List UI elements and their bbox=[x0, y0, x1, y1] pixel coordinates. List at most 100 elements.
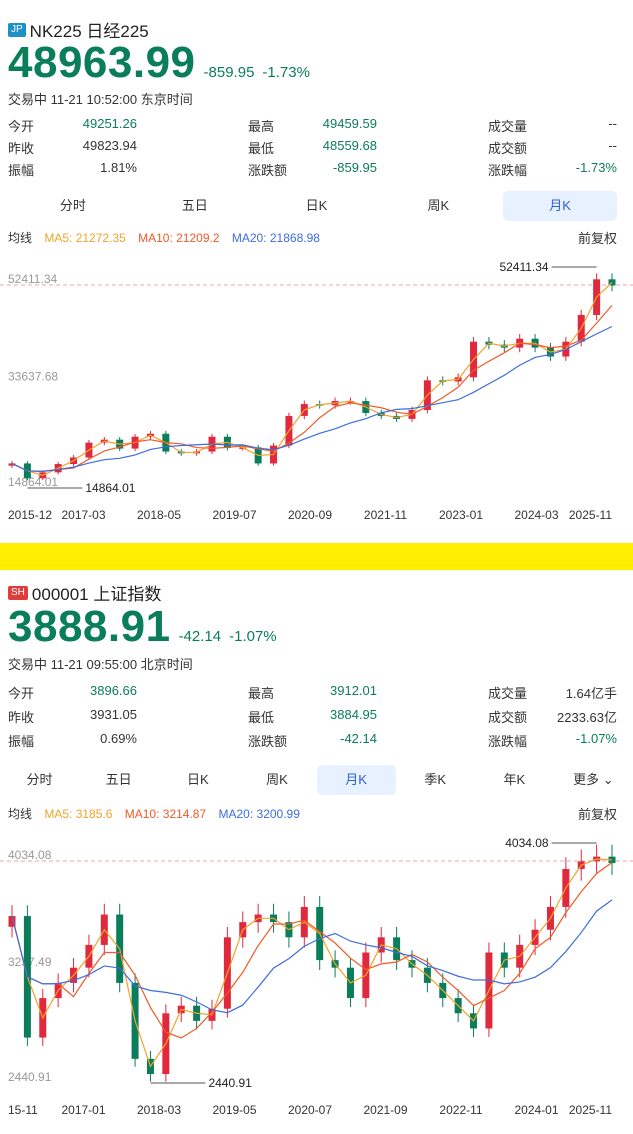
period-tabs: 分时 五日 日K 周K 月K 季K 年K 更多 ⌄ bbox=[0, 765, 633, 795]
stat-label: 涨跌额 bbox=[248, 163, 288, 178]
tab-zhouk[interactable]: 周K bbox=[381, 191, 495, 221]
stat-label: 最低 bbox=[248, 710, 275, 725]
tab-wuri[interactable]: 五日 bbox=[138, 191, 252, 221]
tab-rik[interactable]: 日K bbox=[158, 765, 237, 795]
stat-label: 涨跌幅 bbox=[488, 734, 528, 749]
stats-row: 昨收 49823.94 最低 48559.68 成交额 -- bbox=[8, 136, 625, 158]
x-tick-label: 2019-07 bbox=[212, 508, 256, 522]
stat-value: 2233.63亿 bbox=[557, 710, 617, 725]
stat-value: 1.81% bbox=[100, 160, 137, 175]
price-row: 48963.99 -859.95 -1.73% bbox=[8, 38, 310, 88]
stats-grid: 今开 49251.26 最高 49459.59 成交量 -- 昨收 49823.… bbox=[8, 114, 625, 180]
market-flag-badge: JP bbox=[8, 22, 26, 37]
x-tick-label: 2025-11 bbox=[569, 508, 612, 522]
x-tick-label: 2018-03 bbox=[137, 1103, 181, 1117]
stat-label: 成交额 bbox=[488, 141, 528, 156]
ma5-line bbox=[11, 281, 613, 476]
x-tick-label: 2021-09 bbox=[363, 1103, 407, 1117]
price-change-pct: -1.73% bbox=[262, 64, 310, 81]
trading-status: 交易中 11-21 09:55:00 北京时间 bbox=[8, 657, 193, 672]
stat-label: 今开 bbox=[8, 119, 35, 134]
x-tick-label: 2022-11 bbox=[439, 1103, 482, 1117]
stat-value: 0.69% bbox=[100, 731, 137, 746]
y-tick-label: 4034.08 bbox=[8, 848, 52, 862]
stat-label: 成交额 bbox=[488, 710, 528, 725]
adjust-mode-button[interactable]: 前复权 bbox=[578, 804, 617, 823]
stat-value: -1.07% bbox=[575, 731, 617, 746]
stat-value: -42.14 bbox=[340, 731, 377, 746]
price-change: -42.14 bbox=[178, 628, 222, 645]
stats-row: 昨收 3931.05 最低 3884.95 成交额 2233.63亿 bbox=[8, 705, 625, 729]
price-row: 3888.91 -42.14 -1.07% bbox=[8, 602, 277, 652]
ma20-legend: MA20: 21868.98 bbox=[231, 231, 320, 245]
x-tick-label: 2020-09 bbox=[288, 508, 332, 522]
y-tick-label: 33637.68 bbox=[8, 370, 58, 384]
tab-niank[interactable]: 年K bbox=[475, 765, 554, 795]
max-price-label: 4034.08 bbox=[505, 836, 549, 850]
ma5-legend: MA5: 3185.6 bbox=[44, 807, 113, 821]
stat-label: 最低 bbox=[248, 141, 275, 156]
stat-value: 3884.95 bbox=[330, 707, 377, 722]
price-change-pct: -1.07% bbox=[229, 628, 277, 645]
kline-chart[interactable]: 52411.34 33637.68 14864.01 52411.34 14864.01… bbox=[0, 250, 633, 530]
adjust-mode-button[interactable]: 前复权 bbox=[578, 228, 617, 247]
tab-rik[interactable]: 日K bbox=[260, 191, 374, 221]
ma-legend: 均线 MA5: 21272.35 MA10: 21209.2 MA20: 218… bbox=[8, 229, 329, 246]
last-price: 3888.91 bbox=[8, 602, 171, 651]
stats-row: 振幅 0.69% 涨跌额 -42.14 涨跌幅 -1.07% bbox=[8, 729, 625, 753]
stat-value: -1.73% bbox=[575, 160, 617, 175]
x-tick-label: 2021-11 bbox=[364, 508, 407, 522]
ma-legend-label: 均线 bbox=[8, 807, 33, 821]
divider-band bbox=[0, 543, 633, 570]
x-tick-label: 2025-11 bbox=[569, 1103, 612, 1117]
stat-value: 49251.26 bbox=[82, 116, 137, 131]
stat-value: 3896.66 bbox=[90, 683, 137, 698]
tab-wuri[interactable]: 五日 bbox=[79, 765, 158, 795]
stat-label: 昨收 bbox=[8, 141, 35, 156]
x-tick-label: 15-11 bbox=[8, 1103, 38, 1117]
ma10-line bbox=[11, 304, 613, 472]
x-tick-label: 2019-05 bbox=[212, 1103, 256, 1117]
last-price: 48963.99 bbox=[8, 38, 196, 87]
stat-label: 振幅 bbox=[8, 734, 35, 749]
x-tick-label: 2024-01 bbox=[514, 1103, 558, 1117]
tab-yuek[interactable]: 月K bbox=[503, 191, 617, 221]
price-change: -859.95 bbox=[203, 64, 255, 81]
ma20-line bbox=[11, 325, 613, 472]
tab-zhouk[interactable]: 周K bbox=[237, 765, 316, 795]
stat-value: 3931.05 bbox=[90, 707, 137, 722]
tab-jik[interactable]: 季K bbox=[396, 765, 475, 795]
y-tick-label: 14864.01 bbox=[8, 475, 58, 489]
stats-row: 今开 49251.26 最高 49459.59 成交量 -- bbox=[8, 114, 625, 136]
stat-value: 48559.68 bbox=[322, 138, 377, 153]
x-tick-label: 2015-12 bbox=[8, 508, 52, 522]
stat-label: 涨跌幅 bbox=[488, 163, 528, 178]
stat-label: 振幅 bbox=[8, 163, 35, 178]
stat-label: 今开 bbox=[8, 686, 35, 701]
x-tick-label: 2017-01 bbox=[61, 1103, 105, 1117]
stats-row: 振幅 1.81% 涨跌额 -859.95 涨跌幅 -1.73% bbox=[8, 158, 625, 180]
tab-fenshi[interactable]: 分时 bbox=[0, 765, 79, 795]
market-flag-badge: SH bbox=[8, 585, 28, 600]
tab-fenshi[interactable]: 分时 bbox=[16, 191, 130, 221]
panel-nk225: JP NK225 日经225 48963.99 -859.95 -1.73% 交… bbox=[0, 0, 633, 543]
ma10-legend: MA10: 21209.2 bbox=[138, 231, 220, 245]
stat-value: -859.95 bbox=[332, 160, 377, 175]
stat-label: 最高 bbox=[248, 686, 275, 701]
tab-more[interactable]: 更多 ⌄ bbox=[554, 765, 633, 795]
y-tick-label: 2440.91 bbox=[8, 1070, 52, 1084]
chevron-down-icon: ⌄ bbox=[599, 772, 614, 787]
stat-label: 涨跌额 bbox=[248, 734, 288, 749]
more-label: 更多 bbox=[573, 772, 600, 787]
x-tick-label: 2020-07 bbox=[288, 1103, 332, 1117]
stat-label: 昨收 bbox=[8, 710, 35, 725]
stat-value: 3912.01 bbox=[330, 683, 377, 698]
tab-yuek[interactable]: 月K bbox=[316, 765, 396, 795]
x-tick-label: 2023-01 bbox=[439, 508, 483, 522]
stat-label: 最高 bbox=[248, 119, 275, 134]
ma5-legend: MA5: 21272.35 bbox=[44, 231, 126, 245]
ma20-legend: MA20: 3200.99 bbox=[218, 807, 300, 821]
min-price-label: 2440.91 bbox=[208, 1076, 252, 1090]
kline-chart[interactable]: 4034.083237.492440.914034.082440.9115-11… bbox=[0, 825, 633, 1133]
stat-value: -- bbox=[608, 138, 617, 153]
